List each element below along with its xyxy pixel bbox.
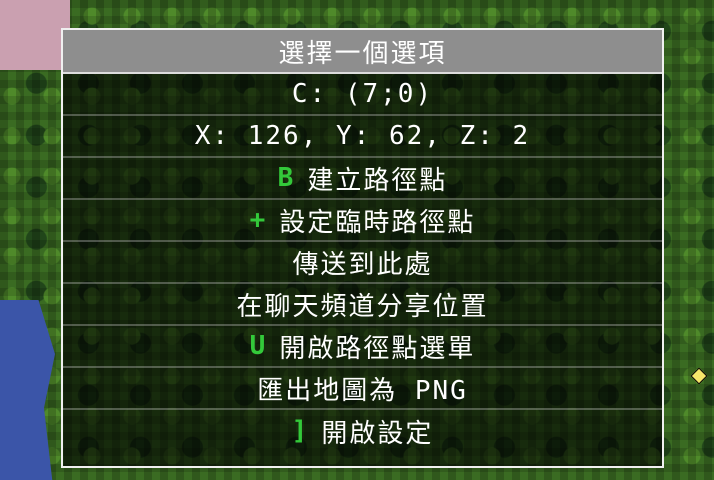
option-label: 設定臨時路徑點: [279, 207, 476, 238]
menu-title-text: 選擇一個選項: [278, 38, 447, 69]
hotkey-badge: U: [249, 331, 268, 361]
hotkey-badge: B: [277, 163, 296, 193]
waypoint-marker-icon[interactable]: [690, 367, 708, 385]
chunk-info: C: (7;0): [63, 74, 662, 116]
option-export-png[interactable]: 匯出地圖為 PNG: [63, 368, 662, 410]
menu-title: 選擇一個選項: [63, 30, 662, 74]
water-area: [0, 300, 55, 480]
hotkey-badge: ]: [291, 416, 310, 446]
chunk-label: C: (7;0): [291, 79, 434, 109]
option-label: 在聊天頻道分享位置: [236, 291, 489, 322]
option-label: 開啟路徑點選單: [279, 333, 476, 364]
option-open-settings[interactable]: ] 開啟設定: [63, 410, 662, 452]
option-open-waypoint-menu[interactable]: U 開啟路徑點選單: [63, 326, 662, 368]
cherry-biome-area: [0, 0, 70, 70]
coordinates-label: X: 126, Y: 62, Z: 2: [194, 121, 531, 151]
context-menu: 選擇一個選項 C: (7;0) X: 126, Y: 62, Z: 2 B 建立…: [61, 28, 664, 468]
option-label: 開啟設定: [321, 418, 434, 449]
coordinates-info: X: 126, Y: 62, Z: 2: [63, 116, 662, 158]
option-create-waypoint[interactable]: B 建立路徑點: [63, 158, 662, 200]
option-label: 傳送到此處: [292, 249, 433, 280]
option-label: 建立路徑點: [307, 165, 448, 196]
option-teleport-here[interactable]: 傳送到此處: [63, 242, 662, 284]
option-label: 匯出地圖為 PNG: [257, 375, 468, 406]
hotkey-badge: +: [249, 205, 268, 235]
option-share-location[interactable]: 在聊天頻道分享位置: [63, 284, 662, 326]
option-set-temp-waypoint[interactable]: + 設定臨時路徑點: [63, 200, 662, 242]
